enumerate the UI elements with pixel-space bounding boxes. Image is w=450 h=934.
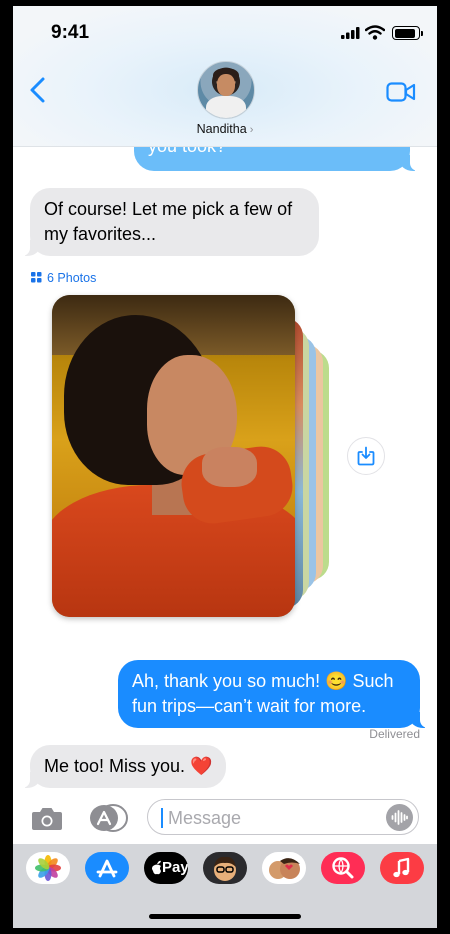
contact-name-label: Nanditha [196, 122, 247, 136]
message-input-field[interactable] [147, 799, 419, 835]
status-bar: 9:41 [13, 6, 437, 58]
contact-avatar[interactable] [197, 61, 255, 119]
chevron-right-icon: › [249, 124, 254, 136]
save-photos-button[interactable] [347, 437, 385, 475]
app-store-button[interactable] [87, 803, 128, 833]
contact-name[interactable]: Nanditha › [13, 122, 437, 136]
message-input[interactable] [166, 804, 380, 832]
back-button[interactable] [27, 76, 51, 104]
photos-app-button[interactable] [26, 852, 70, 884]
text-cursor [161, 808, 163, 828]
facetime-video-button[interactable] [386, 82, 416, 107]
memoji-stickers-button[interactable] [262, 852, 306, 884]
delivered-status: Delivered [369, 727, 420, 741]
photo-grid-link[interactable]: 6 Photos [31, 271, 96, 285]
waveform-icon [391, 810, 408, 825]
message-text: Ah, thank you so much! 😊 Such fun trips—… [132, 671, 394, 716]
chevron-left-icon [30, 77, 45, 103]
apple-pay-button[interactable]: Pay [144, 852, 188, 884]
battery-icon [392, 26, 420, 40]
home-indicator[interactable] [149, 914, 301, 919]
app-store-a-icon [96, 859, 118, 878]
download-icon [357, 446, 375, 466]
messages-screen: Nanditha› 9:41 you took? Of course! [13, 6, 437, 928]
music-app-button[interactable] [380, 852, 424, 884]
message-text: Of course! Let me pick a few of my favor… [44, 199, 293, 244]
photos-icon [35, 855, 61, 881]
message-text: Me too! Miss you. ❤️ [44, 756, 213, 776]
grid-icon [31, 272, 42, 283]
camera-icon [32, 808, 62, 830]
apple-pay-label: Pay [162, 859, 188, 876]
memoji-button[interactable] [203, 852, 247, 884]
magnifier-globe-icon [332, 857, 354, 879]
video-camera-icon [386, 82, 416, 102]
image-search-button[interactable] [321, 852, 365, 884]
app-store-app-button[interactable] [85, 852, 129, 884]
memoji-icon [214, 856, 236, 881]
dictation-button[interactable] [386, 804, 413, 831]
music-note-icon [393, 857, 410, 878]
memoji-stickers-icon [269, 858, 300, 879]
app-store-icon [90, 804, 128, 832]
outgoing-message[interactable]: Ah, thank you so much! 😊 Such fun trips—… [118, 660, 429, 728]
camera-button[interactable] [30, 806, 64, 837]
photo-main[interactable] [52, 295, 295, 617]
status-time: 9:41 [51, 22, 90, 43]
cellular-signal-icon [341, 27, 360, 39]
incoming-message[interactable]: Me too! Miss you. ❤️ [20, 745, 227, 788]
incoming-message[interactable]: Of course! Let me pick a few of my favor… [21, 188, 319, 256]
wifi-icon [365, 25, 385, 40]
photos-count-label: 6 Photos [47, 271, 97, 285]
